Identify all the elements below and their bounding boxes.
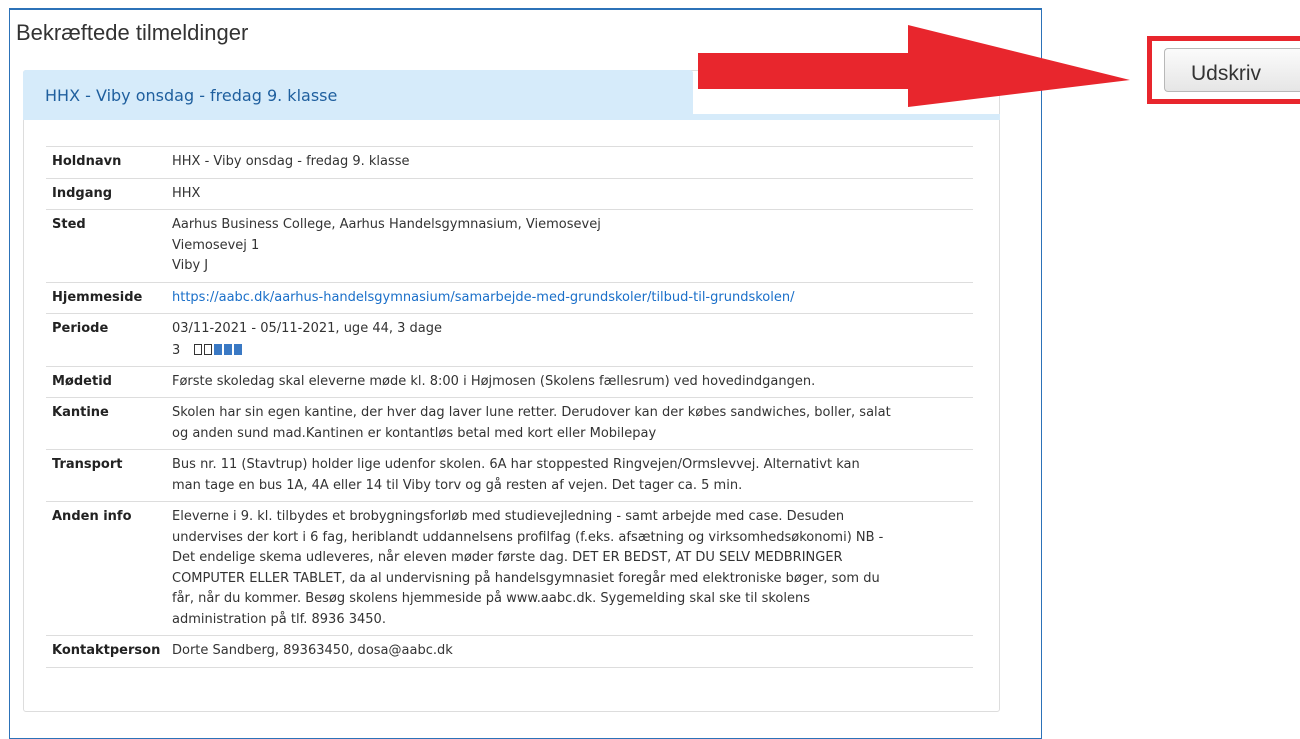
indgang-label: Indgang: [46, 177, 169, 210]
table-row: Transport Bus nr. 11 (Stavtrup) holder l…: [46, 449, 973, 502]
sted-line: Viemosevej 1: [172, 237, 260, 253]
arrow-shape: [698, 25, 1130, 107]
sted-line: Viby J: [172, 258, 209, 273]
anden-info-line: administration på tlf. 8936 3450.: [172, 611, 386, 627]
kantine-line: Skolen har sin egen kantine, der hver da…: [172, 405, 891, 421]
anden-info-line: COMPUTER ELLER TABLET, da al undervisnin…: [172, 570, 880, 586]
print-button[interactable]: Udskriv: [1164, 48, 1300, 92]
anden-info-line: Det endelige skema udleveres, når eleven…: [172, 550, 843, 566]
periode-dates: 03/11-2021 - 05/11-2021, uge 44, 3 dage: [172, 321, 442, 336]
card-header-title[interactable]: HHX - Viby onsdag - fredag 9. klasse: [45, 86, 337, 105]
table-row: Hjemmeside https://aabc.dk/aarhus-handel…: [46, 281, 973, 314]
table-row: Holdnavn HHX - Viby onsdag - fredag 9. k…: [46, 146, 973, 178]
table-row: Indgang HHX: [46, 177, 973, 210]
kantine-label: Kantine: [46, 397, 169, 450]
red-arrow-annotation: [698, 25, 1130, 107]
sted-label: Sted: [46, 209, 169, 282]
hjemmeside-link[interactable]: https://aabc.dk/aarhus-handelsgymnasium/…: [172, 290, 794, 305]
anden-info-line: undervises der kort i 6 fag, heriblandt …: [172, 529, 884, 545]
periode-label: Periode: [46, 313, 169, 367]
day-block-empty: [204, 343, 213, 355]
moedetid-label: Mødetid: [46, 365, 169, 398]
periode-value: 03/11-2021 - 05/11-2021, uge 44, 3 dage …: [169, 313, 973, 367]
table-row: Kontaktperson Dorte Sandberg, 89363450, …: [46, 635, 973, 668]
holdnavn-value: HHX - Viby onsdag - fredag 9. klasse: [169, 146, 973, 178]
periode-day-count: 3: [172, 342, 181, 358]
table-row: Kantine Skolen har sin egen kantine, der…: [46, 397, 973, 450]
kantine-line: og anden sund mad.Kantinen er kontantløs…: [172, 425, 657, 441]
table-row: Mødetid Første skoledag skal eleverne mø…: [46, 365, 973, 398]
transport-label: Transport: [46, 449, 169, 502]
kontaktperson-value: Dorte Sandberg, 89363450, dosa@aabc.dk: [169, 635, 973, 668]
sted-value: Aarhus Business College, Aarhus Handelsg…: [169, 209, 973, 282]
transport-value: Bus nr. 11 (Stavtrup) holder lige udenfo…: [169, 449, 973, 502]
day-block-filled: [224, 343, 233, 355]
card-header[interactable]: HHX - Viby onsdag - fredag 9. klasse: [23, 70, 693, 120]
table-row: Sted Aarhus Business College, Aarhus Han…: [46, 209, 973, 282]
registration-details-table: Holdnavn HHX - Viby onsdag - fredag 9. k…: [46, 146, 973, 668]
table-row: Anden info Eleverne i 9. kl. tilbydes et…: [46, 501, 973, 636]
periode-days-row: 3: [172, 340, 970, 361]
day-indicator: [194, 340, 244, 361]
holdnavn-label: Holdnavn: [46, 146, 169, 178]
anden-info-line: Eleverne i 9. kl. tilbydes et brobygning…: [172, 509, 845, 525]
kontaktperson-label: Kontaktperson: [46, 635, 169, 668]
transport-line: Bus nr. 11 (Stavtrup) holder lige udenfo…: [172, 457, 860, 473]
moedetid-value: Første skoledag skal eleverne møde kl. 8…: [169, 365, 973, 398]
sted-line: Aarhus Business College, Aarhus Handelsg…: [172, 217, 601, 232]
indgang-value: HHX: [169, 177, 973, 210]
day-block-filled: [214, 343, 223, 355]
anden-info-label: Anden info: [46, 501, 169, 636]
page-title: Bekræftede tilmeldinger: [16, 20, 249, 45]
kantine-value: Skolen har sin egen kantine, der hver da…: [169, 397, 973, 450]
hjemmeside-cell: https://aabc.dk/aarhus-handelsgymnasium/…: [169, 281, 973, 314]
anden-info-value: Eleverne i 9. kl. tilbydes et brobygning…: [169, 501, 973, 636]
transport-line: man tage en bus 1A, 4A eller 14 til Viby…: [172, 477, 743, 493]
hjemmeside-label: Hjemmeside: [46, 281, 169, 314]
day-block-empty: [194, 343, 203, 355]
day-block-filled: [234, 343, 243, 355]
anden-info-line: får, når du kommer. Besøg skolens hjemme…: [172, 591, 811, 607]
table-row: Periode 03/11-2021 - 05/11-2021, uge 44,…: [46, 313, 973, 367]
